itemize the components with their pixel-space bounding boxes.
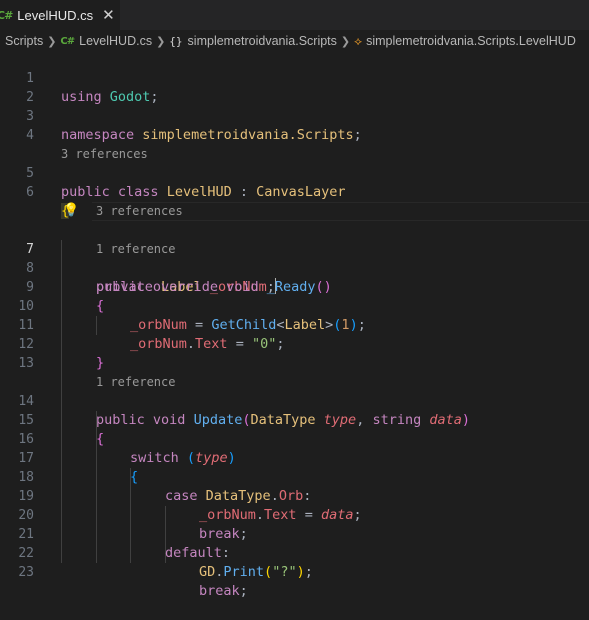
breadcrumb-item-class[interactable]: simplemetroidvania.Scripts.LevelHUD (366, 34, 576, 48)
code-line[interactable]: 2 (0, 69, 589, 105)
class-icon: ⟡ (354, 33, 363, 48)
code-line[interactable]: 20 break; (0, 487, 589, 542)
code-line[interactable]: 12 } (0, 316, 589, 371)
code-line[interactable]: 17 { (0, 430, 589, 485)
code-editor[interactable]: 1 using Godot; 2 3 namespace simplemetro… (0, 50, 589, 599)
chevron-right-icon: ❯ (156, 34, 166, 48)
breadcrumb-item-file[interactable]: LevelHUD.cs (79, 34, 152, 48)
code-line[interactable]: 6 { (0, 164, 589, 219)
tab-title: LevelHUD.cs (17, 7, 94, 23)
code-line[interactable]: 19 _orbNum.Text = data; (0, 468, 589, 523)
code-line[interactable]: 21 default: (0, 506, 589, 561)
code-line[interactable]: 8 public override void _Ready() (0, 240, 589, 295)
current-line-highlight (92, 202, 589, 221)
codelens-references[interactable]: 3 references (0, 126, 589, 161)
line-number: 23 (18, 565, 34, 580)
breadcrumb-item-namespace[interactable]: simplemetroidvania.Scripts (188, 34, 337, 48)
codelens-references[interactable]: 3 references (0, 183, 589, 218)
code-line[interactable]: 4 (0, 107, 589, 143)
tab-bar: C# LevelHUD.cs ✕ (0, 0, 589, 30)
code-line[interactable]: 22 GD.Print("?"); (0, 525, 589, 580)
code-line[interactable]: 5 public class LevelHUD : CanvasLayer (0, 145, 589, 200)
code-line[interactable]: 18 case DataType.Orb: (0, 449, 589, 504)
chevron-right-icon: ❯ (340, 34, 351, 48)
code-line[interactable]: 11 _orbNum.Text = "0"; (0, 297, 589, 352)
breadcrumb-item-scripts[interactable]: Scripts (5, 34, 43, 48)
code-line[interactable]: 15 { (0, 392, 589, 447)
code-line[interactable]: 14 public void Update(DataType type, str… (0, 373, 589, 428)
code-line[interactable]: 9 { (0, 259, 589, 314)
code-line[interactable]: 10 _orbNum = GetChild<Label>(1); (0, 278, 589, 333)
code-line[interactable]: 23 break; (0, 544, 589, 599)
tab-levelhud[interactable]: C# LevelHUD.cs ✕ (0, 0, 120, 30)
lightbulb-icon[interactable]: 💡 (63, 204, 79, 218)
code-line[interactable]: 16 switch (type) (0, 411, 589, 466)
code-line[interactable]: 1 using Godot; (0, 50, 589, 105)
csharp-file-icon: C# (0, 8, 13, 22)
close-icon[interactable]: ✕ (102, 6, 115, 24)
codelens-references[interactable]: 1 reference (0, 221, 589, 256)
code-line-active[interactable]: 7 💡 private Label _orbNum; (0, 202, 589, 295)
namespace-icon: {} (169, 34, 183, 48)
codelens-references[interactable]: 1 reference (0, 354, 589, 389)
code-line[interactable]: 3 namespace simplemetroidvania.Scripts; (0, 88, 589, 143)
breadcrumb: Scripts ❯ C# LevelHUD.cs ❯ {} simplemetr… (0, 30, 589, 52)
code-line[interactable]: 13 (0, 335, 589, 371)
chevron-right-icon: ❯ (47, 34, 57, 48)
csharp-file-icon: C# (60, 35, 75, 47)
